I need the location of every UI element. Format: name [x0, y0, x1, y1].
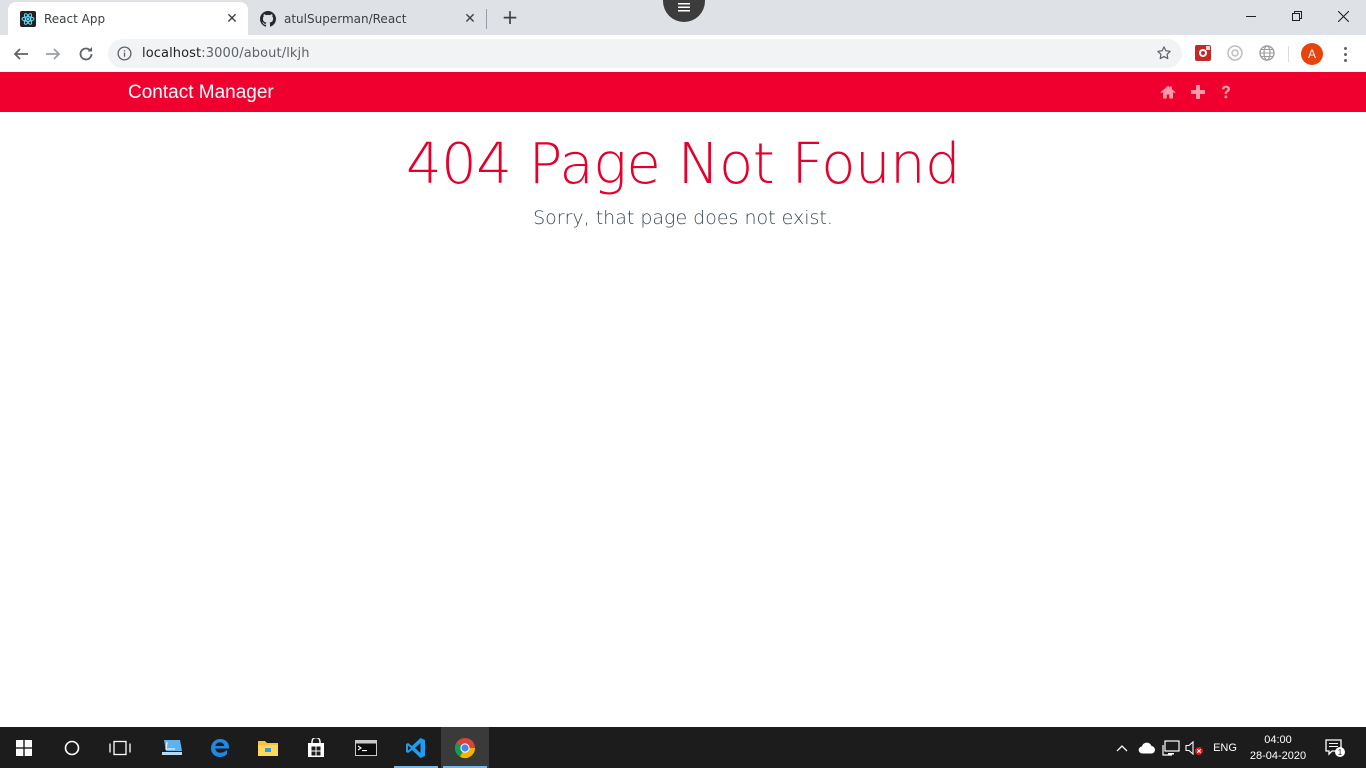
toolbar-divider [1288, 46, 1289, 62]
terminal-icon[interactable] [342, 727, 390, 768]
profile-avatar[interactable]: A [1301, 43, 1323, 65]
restore-button[interactable] [1274, 0, 1320, 32]
new-tab-button[interactable]: + [500, 7, 520, 28]
chrome-icon[interactable] [441, 727, 489, 768]
extension-globe-icon[interactable] [1258, 44, 1276, 62]
hamburger-icon [678, 3, 690, 12]
file-explorer-icon[interactable] [244, 727, 292, 768]
onedrive-icon[interactable] [1137, 727, 1157, 768]
windows-taskbar: ENG 04:00 28-04-2020 1 [0, 727, 1366, 768]
github-icon [260, 10, 276, 27]
task-view-icon[interactable] [96, 727, 144, 768]
url-text[interactable]: localhost:3000/about/lkjh [142, 39, 310, 68]
this-pc-icon[interactable] [148, 727, 196, 768]
forward-button[interactable] [39, 40, 67, 68]
navbar-brand[interactable]: Contact Manager [128, 72, 274, 112]
language-indicator[interactable]: ENG [1208, 727, 1242, 768]
extension-red-icon[interactable] [1194, 44, 1212, 62]
clock[interactable]: 04:00 28-04-2020 [1244, 727, 1312, 768]
tab-divider [486, 9, 487, 29]
notification-icon: 1 [1325, 738, 1345, 757]
vscode-icon[interactable] [392, 727, 440, 768]
tab-title: React App [44, 11, 106, 26]
minimize-button[interactable] [1228, 0, 1274, 32]
question-icon[interactable] [1218, 84, 1234, 100]
show-hidden-icons-button[interactable] [1114, 727, 1130, 768]
cortana-search-icon[interactable] [48, 727, 96, 768]
action-center-button[interactable]: 1 [1320, 727, 1350, 768]
back-arrow-icon [13, 48, 28, 60]
edge-icon[interactable] [196, 727, 244, 768]
clock-time: 04:00 [1264, 733, 1292, 746]
tab-close-icon[interactable]: ✕ [224, 11, 240, 27]
tab-search-button[interactable] [663, 0, 705, 22]
site-info-icon[interactable] [117, 46, 132, 65]
app-navbar: Contact Manager [0, 72, 1366, 112]
tab-react-app[interactable]: React App ✕ [8, 2, 248, 35]
network-icon[interactable] [1161, 727, 1181, 768]
browser-menu-button[interactable] [1335, 43, 1355, 65]
clock-date: 28-04-2020 [1249, 749, 1307, 762]
extension-target-icon[interactable] [1226, 44, 1244, 62]
forward-arrow-icon [46, 48, 61, 60]
page-content: 404 Page Not Found Sorry, that page does… [0, 112, 1366, 727]
reload-button[interactable] [72, 40, 100, 68]
chevron-up-icon [1116, 744, 1128, 751]
browser-toolbar: localhost:3000/about/lkjh A [0, 35, 1366, 72]
page-title: 404 Page Not Found [405, 132, 961, 197]
windows-start-icon[interactable] [0, 727, 48, 768]
reload-icon [79, 47, 93, 61]
bookmark-star-icon[interactable] [1156, 45, 1172, 65]
browser-tabstrip: React App ✕ atulSuperman/React ✕ + [0, 0, 1366, 35]
restore-icon [1292, 11, 1302, 21]
back-button[interactable] [7, 40, 35, 68]
plus-icon[interactable] [1190, 84, 1206, 100]
tab-title: atulSuperman/React [284, 11, 407, 26]
url-host: localhost [142, 46, 202, 61]
close-icon [1337, 10, 1349, 22]
notification-count: 1 [1338, 748, 1343, 757]
close-window-button[interactable] [1320, 0, 1366, 32]
volume-muted-icon[interactable] [1184, 727, 1206, 768]
tab-close-icon[interactable]: ✕ [462, 11, 478, 27]
address-bar[interactable]: localhost:3000/about/lkjh [108, 39, 1182, 68]
react-icon [20, 10, 36, 27]
home-icon[interactable] [1160, 84, 1176, 100]
store-icon[interactable] [292, 727, 340, 768]
tab-github[interactable]: atulSuperman/React ✕ [248, 2, 486, 35]
page-subtitle: Sorry, that page does not exist. [533, 207, 833, 229]
url-path: :3000/about/lkjh [201, 46, 310, 61]
minimize-icon [1246, 16, 1256, 17]
